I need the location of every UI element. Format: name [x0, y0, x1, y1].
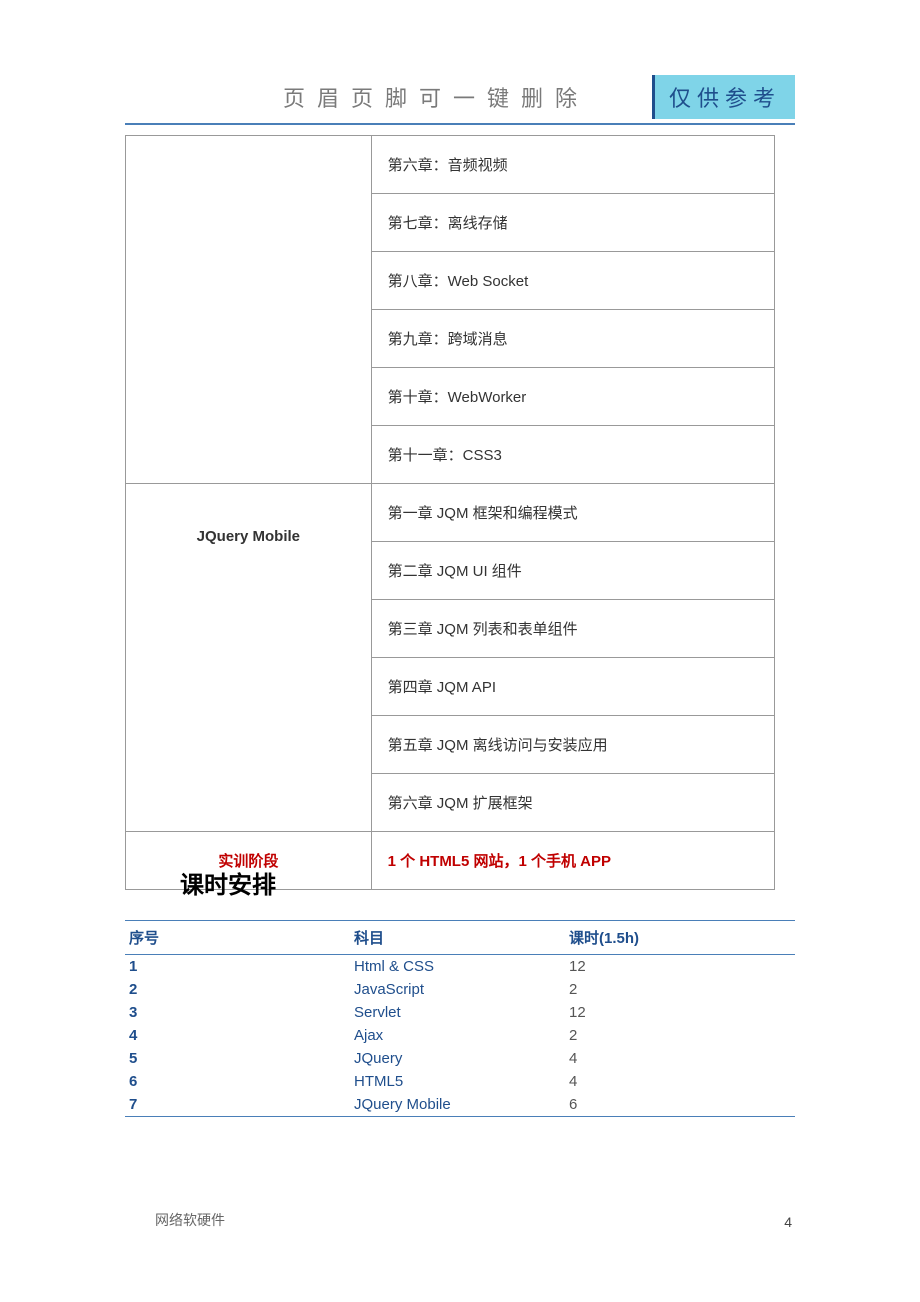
subject-cell: Ajax — [350, 1024, 565, 1047]
num-cell: 7 — [125, 1093, 350, 1117]
page-header: 页眉页脚可一键删除 仅供参考 — [125, 75, 795, 125]
subject-cell: JavaScript — [350, 978, 565, 1001]
header-subject: 科目 — [350, 921, 565, 955]
table-row: 3 Servlet 12 — [125, 1001, 795, 1024]
group1-label-cell — [126, 136, 372, 484]
header-badge: 仅供参考 — [652, 75, 795, 119]
training-content-cell: 1 个 HTML5 网站，1 个手机 APP — [371, 832, 774, 890]
chapter-cell: 第一章 JQM 框架和编程模式 — [371, 484, 774, 542]
num-cell: 6 — [125, 1070, 350, 1093]
chapter-cell: 第七章：离线存储 — [371, 194, 774, 252]
section-heading: 课时安排 — [180, 865, 276, 900]
num-cell: 1 — [125, 955, 350, 979]
schedule-header-row: 序号 科目 课时(1.5h) — [125, 921, 795, 955]
chapters-table: 第六章：音频视频 第七章：离线存储 第八章：Web Socket 第九章：跨域消… — [125, 135, 775, 890]
schedule-table: 序号 科目 课时(1.5h) 1 Html & CSS 12 2 JavaScr… — [125, 920, 795, 1117]
hours-cell: 4 — [565, 1047, 795, 1070]
hours-cell: 12 — [565, 1001, 795, 1024]
footer-text: 网络软硬件 — [155, 1210, 225, 1230]
subject-cell: Servlet — [350, 1001, 565, 1024]
chapter-cell: 第六章：音频视频 — [371, 136, 774, 194]
schedule-body: 1 Html & CSS 12 2 JavaScript 2 3 Servlet… — [125, 955, 795, 1117]
page-number: 4 — [784, 1214, 792, 1230]
num-cell: 4 — [125, 1024, 350, 1047]
header-num: 序号 — [125, 921, 350, 955]
hours-cell: 4 — [565, 1070, 795, 1093]
header-hours: 课时(1.5h) — [565, 921, 795, 955]
chapter-cell: 第二章 JQM UI 组件 — [371, 542, 774, 600]
hours-cell: 2 — [565, 978, 795, 1001]
hours-cell: 2 — [565, 1024, 795, 1047]
chapter-cell: 第六章 JQM 扩展框架 — [371, 774, 774, 832]
num-cell: 3 — [125, 1001, 350, 1024]
chapter-cell: 第五章 JQM 离线访问与安装应用 — [371, 716, 774, 774]
subject-cell: JQuery — [350, 1047, 565, 1070]
chapter-cell: 第四章 JQM API — [371, 658, 774, 716]
table-row: 5 JQuery 4 — [125, 1047, 795, 1070]
table-row: 6 HTML5 4 — [125, 1070, 795, 1093]
table-row: 2 JavaScript 2 — [125, 978, 795, 1001]
chapter-cell: 第八章：Web Socket — [371, 252, 774, 310]
chapter-cell: 第十一章：CSS3 — [371, 426, 774, 484]
num-cell: 5 — [125, 1047, 350, 1070]
subject-cell: HTML5 — [350, 1070, 565, 1093]
subject-cell: Html & CSS — [350, 955, 565, 979]
group2-label-cell: JQuery Mobile — [126, 484, 372, 832]
table-row: 1 Html & CSS 12 — [125, 955, 795, 979]
chapter-cell: 第九章：跨域消息 — [371, 310, 774, 368]
hours-cell: 6 — [565, 1093, 795, 1117]
subject-cell: JQuery Mobile — [350, 1093, 565, 1117]
header-text: 页眉页脚可一键删除 — [125, 81, 627, 113]
chapter-cell: 第三章 JQM 列表和表单组件 — [371, 600, 774, 658]
table-row: 4 Ajax 2 — [125, 1024, 795, 1047]
table-row: 7 JQuery Mobile 6 — [125, 1093, 795, 1117]
chapter-cell: 第十章：WebWorker — [371, 368, 774, 426]
num-cell: 2 — [125, 978, 350, 1001]
hours-cell: 12 — [565, 955, 795, 979]
